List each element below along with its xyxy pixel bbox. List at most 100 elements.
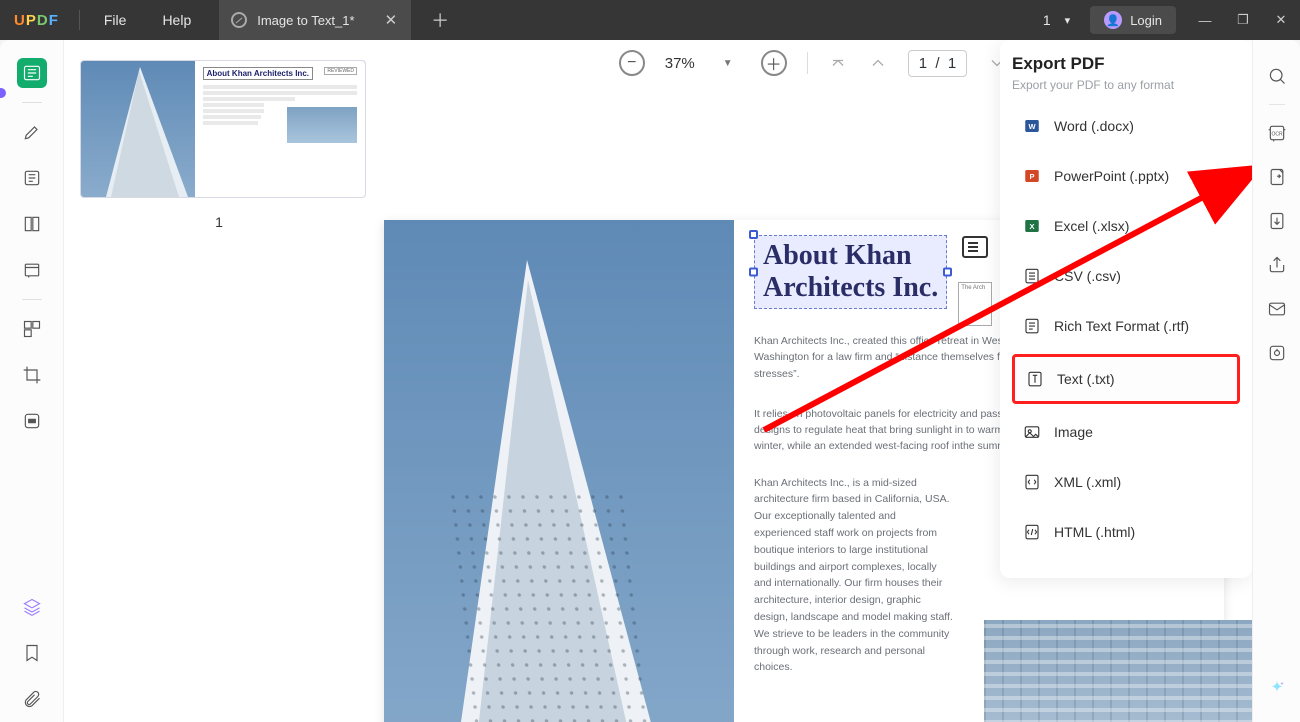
titlebar: U P D F File Help Image to Text_1* ✕ ＋ 1…	[0, 0, 1300, 40]
highlighter-icon[interactable]	[17, 117, 47, 147]
resize-handle[interactable]	[943, 268, 952, 277]
export-option-word[interactable]: W Word (.docx)	[1012, 104, 1240, 148]
resize-handle[interactable]	[749, 268, 758, 277]
doc-title-line2: Architects Inc.	[763, 272, 938, 303]
brand-logo: U P D F	[0, 12, 73, 29]
first-page-icon[interactable]	[828, 53, 848, 73]
export-option-excel[interactable]: X Excel (.xlsx)	[1012, 204, 1240, 248]
edit-text-icon[interactable]	[17, 163, 47, 193]
html-icon	[1022, 522, 1042, 542]
pages-icon[interactable]	[17, 209, 47, 239]
export-option-csv[interactable]: CSV (.csv)	[1012, 254, 1240, 298]
tab-active[interactable]: Image to Text_1* ✕	[219, 0, 411, 40]
export-title: Export PDF	[1012, 54, 1240, 74]
canvas: − 37% ▼ ＋ 1 / 1	[374, 40, 1252, 722]
add-tab-button[interactable]: ＋	[423, 7, 457, 33]
export-image-label: Image	[1054, 424, 1093, 440]
ocr-icon[interactable]: OCR	[1263, 119, 1291, 147]
page-sep: /	[935, 55, 939, 72]
ai-sparkle-icon[interactable]	[1263, 674, 1291, 702]
window-close-button[interactable]: ✕	[1262, 12, 1300, 28]
powerpoint-icon: P	[1022, 166, 1042, 186]
export-html-label: HTML (.html)	[1054, 524, 1135, 540]
export-panel: Export PDF Export your PDF to any format…	[1000, 40, 1252, 578]
zoom-dropdown-icon[interactable]: ▼	[715, 58, 741, 69]
export-icon[interactable]	[1263, 163, 1291, 191]
login-button[interactable]: 👤 Login	[1090, 6, 1176, 34]
titlebar-number[interactable]: 1	[1039, 12, 1055, 28]
export-option-powerpoint[interactable]: P PowerPoint (.pptx)	[1012, 154, 1240, 198]
page-total: 1	[948, 55, 956, 72]
layers-icon[interactable]	[17, 592, 47, 622]
page-indicator[interactable]: 1 / 1	[908, 50, 968, 77]
thumbnail-page-number: 1	[80, 214, 358, 230]
export-rtf-label: Rich Text Format (.rtf)	[1054, 318, 1189, 334]
protect-icon[interactable]	[1263, 339, 1291, 367]
export-option-text[interactable]: Text (.txt)	[1012, 354, 1240, 404]
resize-handle[interactable]	[749, 230, 758, 239]
menu-file[interactable]: File	[86, 12, 145, 28]
excel-icon: X	[1022, 216, 1042, 236]
window-maximize-button[interactable]: ❐	[1224, 12, 1262, 28]
hero-image	[384, 220, 734, 722]
svg-text:X: X	[1029, 222, 1034, 231]
word-icon: W	[1022, 116, 1042, 136]
zoom-in-button[interactable]: ＋	[761, 50, 787, 76]
export-xml-label: XML (.xml)	[1054, 474, 1121, 490]
export-subtitle: Export your PDF to any format	[1012, 78, 1240, 92]
svg-text:W: W	[1028, 122, 1036, 131]
titlebar-right: 1 ▾ 👤 Login — ❐ ✕	[1039, 0, 1300, 40]
rtf-icon	[1022, 316, 1042, 336]
brand-f: F	[49, 12, 59, 29]
export-option-image[interactable]: Image	[1012, 410, 1240, 454]
window-minimize-button[interactable]: —	[1186, 13, 1224, 28]
text-icon	[1025, 369, 1045, 389]
brand-p: P	[26, 12, 37, 29]
avatar-icon: 👤	[1104, 11, 1122, 29]
email-icon[interactable]	[1263, 295, 1291, 323]
center-area: About Khan Architects Inc. REVIEWED 1 − …	[64, 40, 1252, 722]
crop-icon[interactable]	[17, 360, 47, 390]
app-shell: About Khan Architects Inc. REVIEWED 1 − …	[0, 40, 1300, 722]
login-label: Login	[1130, 13, 1162, 28]
xml-icon	[1022, 472, 1042, 492]
export-txt-label: Text (.txt)	[1057, 371, 1115, 387]
float-card[interactable]: The Arch	[958, 282, 992, 326]
attachment-icon[interactable]	[17, 684, 47, 714]
organize-icon[interactable]	[17, 314, 47, 344]
zoom-out-button[interactable]: −	[619, 50, 645, 76]
export-option-rtf[interactable]: Rich Text Format (.rtf)	[1012, 304, 1240, 348]
separator	[22, 102, 42, 103]
divider	[807, 52, 808, 74]
export-csv-label: CSV (.csv)	[1054, 268, 1121, 284]
search-icon[interactable]	[1263, 62, 1291, 90]
zoom-value[interactable]: 37%	[665, 55, 695, 72]
export-xls-label: Excel (.xlsx)	[1054, 218, 1129, 234]
menu-help[interactable]: Help	[144, 12, 209, 28]
separator	[22, 299, 42, 300]
export-option-xml[interactable]: XML (.xml)	[1012, 460, 1240, 504]
svg-text:OCR: OCR	[1271, 132, 1283, 138]
brand-d: D	[37, 12, 49, 29]
doc-title-line1: About Khan	[763, 240, 912, 271]
bookmark-icon[interactable]	[17, 638, 47, 668]
tab-document-icon	[231, 12, 247, 28]
paragraph-3: Khan Architects Inc., is a mid-sized arc…	[754, 475, 954, 677]
export-word-label: Word (.docx)	[1054, 118, 1134, 134]
export-option-html[interactable]: HTML (.html)	[1012, 510, 1240, 554]
share-icon[interactable]	[1263, 251, 1291, 279]
chevron-down-icon[interactable]: ▾	[1055, 14, 1081, 27]
convert-icon[interactable]	[1263, 207, 1291, 235]
left-rail	[0, 40, 64, 722]
selected-text-box[interactable]: About Khan Architects Inc. The Arch	[754, 235, 947, 309]
right-rail: OCR	[1252, 40, 1300, 722]
tab-close-icon[interactable]: ✕	[385, 11, 398, 29]
csv-icon	[1022, 266, 1042, 286]
form-icon[interactable]	[17, 255, 47, 285]
image-block-icon[interactable]	[962, 236, 988, 258]
page-thumbnail[interactable]: About Khan Architects Inc. REVIEWED	[80, 60, 366, 198]
redact-icon[interactable]	[17, 406, 47, 436]
mini-title: About Khan Architects Inc.	[203, 67, 313, 80]
prev-page-icon[interactable]	[868, 53, 888, 73]
reader-mode-icon[interactable]	[17, 58, 47, 88]
